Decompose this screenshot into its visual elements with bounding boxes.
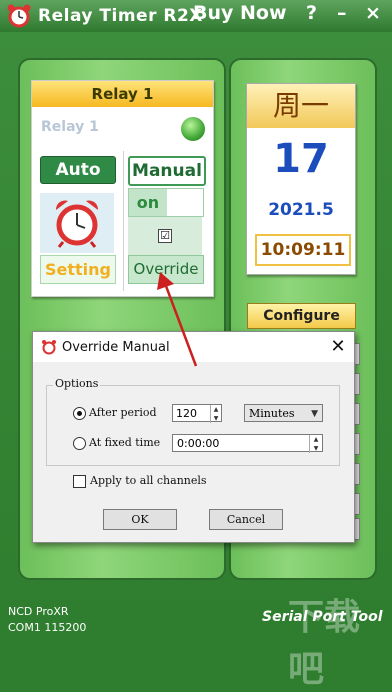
- port-label: COM1 115200: [8, 621, 87, 634]
- brand-label: Serial Port Tool: [262, 609, 383, 625]
- annotation-arrow-icon: [157, 272, 198, 367]
- device-label: NCD ProXR: [8, 605, 69, 618]
- watermark: 下载吧: [288, 597, 361, 690]
